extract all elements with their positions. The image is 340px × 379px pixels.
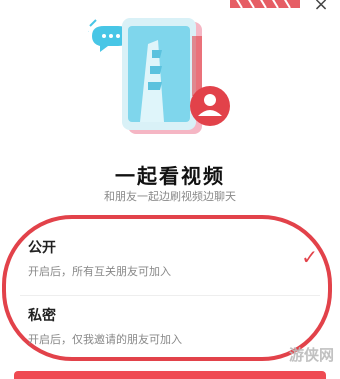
close-icon[interactable]: ×: [313, 0, 328, 15]
watch-together-panel: { "header": { "close_icon": "close-icon"…: [0, 0, 340, 379]
option-public[interactable]: 公开 开启后，所有互关朋友可加入 ✓: [28, 237, 328, 281]
video-card-icon: [122, 18, 202, 134]
option-private[interactable]: 私密 开启后，仅我邀请的朋友可加入: [28, 305, 328, 349]
checkmark-icon: ✓: [301, 245, 318, 269]
option-divider: [20, 295, 320, 296]
watch-together-illustration: [88, 18, 230, 134]
page-title: 一起看视频: [115, 164, 225, 188]
option-public-description: 开启后，所有互关朋友可加入: [28, 265, 171, 278]
user-avatar-icon: [190, 86, 230, 126]
watermark: 游侠网: [288, 346, 334, 364]
page-subtitle: 和朋友一起边刷视频边聊天: [104, 190, 236, 203]
close-button[interactable]: ×: [308, 0, 334, 15]
option-private-label: 私密: [28, 308, 56, 324]
option-private-description: 开启后，仅我邀请的朋友可加入: [28, 333, 182, 346]
option-public-label: 公开: [28, 240, 56, 256]
bottom-action-bar[interactable]: [14, 371, 326, 379]
